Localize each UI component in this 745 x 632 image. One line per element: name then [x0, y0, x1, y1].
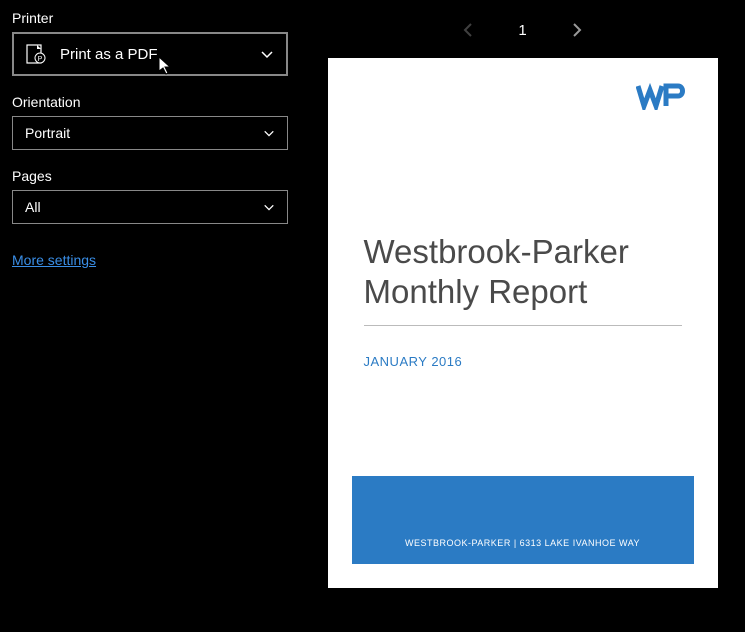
- pdf-printer-icon: P: [26, 44, 46, 64]
- document-title-line2: Monthly Report: [364, 272, 682, 312]
- printer-label: Printer: [12, 10, 288, 26]
- pages-dropdown[interactable]: All: [12, 190, 288, 224]
- chevron-down-icon: [260, 47, 274, 61]
- document-title: Westbrook-Parker Monthly Report: [364, 232, 682, 326]
- printer-selected-value: Print as a PDF: [60, 46, 158, 63]
- document-logo: [636, 82, 690, 110]
- printer-field: Printer P Print as a PDF: [12, 10, 288, 76]
- svg-text:P: P: [38, 56, 43, 63]
- orientation-label: Orientation: [12, 94, 288, 110]
- next-page-button[interactable]: [567, 20, 587, 40]
- document-subtitle: JANUARY 2016: [364, 354, 463, 369]
- pages-label: Pages: [12, 168, 288, 184]
- page-preview: Westbrook-Parker Monthly Report JANUARY …: [328, 58, 718, 588]
- orientation-selected-value: Portrait: [25, 125, 70, 141]
- document-footer-text: WESTBROOK-PARKER | 6313 LAKE IVANHOE WAY: [405, 538, 640, 548]
- pages-field: Pages All: [12, 168, 288, 224]
- chevron-down-icon: [263, 201, 275, 213]
- chevron-down-icon: [263, 127, 275, 139]
- pages-selected-value: All: [25, 199, 41, 215]
- document-footer: WESTBROOK-PARKER | 6313 LAKE IVANHOE WAY: [352, 476, 694, 564]
- orientation-field: Orientation Portrait: [12, 94, 288, 150]
- orientation-dropdown[interactable]: Portrait: [12, 116, 288, 150]
- preview-panel: 1 Westbrook-Parker Monthly Report JANUAR…: [300, 0, 745, 632]
- prev-page-button[interactable]: [458, 20, 478, 40]
- current-page-number: 1: [518, 22, 526, 39]
- page-navigator: 1: [458, 20, 586, 40]
- print-settings-panel: Printer P Print as a PDF Orientation Por…: [0, 0, 300, 632]
- document-title-line1: Westbrook-Parker: [364, 232, 682, 272]
- more-settings-link[interactable]: More settings: [12, 252, 96, 268]
- printer-dropdown[interactable]: P Print as a PDF: [12, 32, 288, 76]
